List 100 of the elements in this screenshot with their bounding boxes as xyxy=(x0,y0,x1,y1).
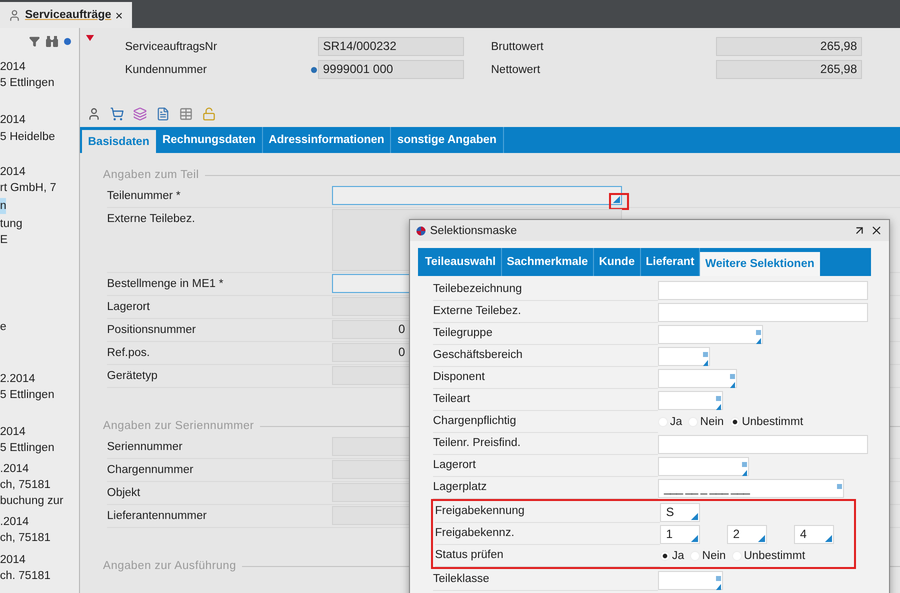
list-entry-text[interactable]: 5 Ettlingen xyxy=(0,387,54,403)
field-label: ServiceauftragsNr xyxy=(124,40,218,52)
tab[interactable]: Kunde xyxy=(594,248,641,276)
dropdown-corner-icon[interactable] xyxy=(758,534,765,542)
lookup-field[interactable] xyxy=(658,456,749,476)
close-button[interactable]: × xyxy=(115,8,123,22)
dropdown-corner-icon[interactable] xyxy=(613,196,620,203)
radio-button[interactable] xyxy=(660,551,670,561)
field-label: Freigabekennung xyxy=(435,501,660,523)
field-label: Teilenummer * xyxy=(107,189,182,204)
lookup-field[interactable] xyxy=(658,390,723,410)
value-field: 265,98 xyxy=(716,60,862,79)
field-label: Chargennummer xyxy=(107,463,194,478)
radio-label[interactable]: Nein xyxy=(700,416,724,428)
list-entry-text[interactable]: ch, 75181 xyxy=(0,530,51,546)
list-entry-text[interactable]: 5 Ettlingen xyxy=(0,75,54,91)
field-label: Lagerplatz xyxy=(433,477,658,499)
list-entry-text[interactable]: 2014 xyxy=(0,552,26,568)
field-label: Nettowert xyxy=(491,64,542,76)
person-icon[interactable] xyxy=(87,107,101,121)
lookup-icon[interactable] xyxy=(716,576,721,590)
filter-icon[interactable] xyxy=(29,36,40,46)
field-label: Gerätetyp xyxy=(107,369,158,384)
layers-icon[interactable] xyxy=(133,107,147,121)
value-field: 9999001 000 xyxy=(318,60,464,79)
document-tab[interactable]: Serviceaufträge × xyxy=(0,2,132,28)
field-label: Kundennummer xyxy=(124,64,208,76)
person-icon xyxy=(8,8,21,22)
list-entry-text[interactable]: ch, 75181 xyxy=(0,477,51,493)
field-label: Bruttowert xyxy=(491,40,544,52)
list-entry-text[interactable]: buchung zur xyxy=(0,493,64,509)
dropdown-corner-icon[interactable] xyxy=(691,534,698,542)
tab[interactable]: Rechnungsdaten xyxy=(156,127,263,153)
tab[interactable]: Weitere Selektionen xyxy=(700,252,820,276)
lookup-field[interactable] xyxy=(658,346,710,366)
info-icon[interactable] xyxy=(311,66,317,72)
lookup-icon[interactable] xyxy=(730,374,735,388)
list-entry-text[interactable]: n xyxy=(0,198,6,214)
app-icon xyxy=(416,226,426,236)
code-field[interactable]: 1 xyxy=(660,524,700,544)
lookup-icon[interactable] xyxy=(703,352,708,366)
list-entry-text[interactable]: 2014 xyxy=(0,424,26,440)
dialog-title: Selektionsmaske xyxy=(430,224,518,236)
mask-field[interactable]: ___ __ _ ___ ___ xyxy=(658,478,844,498)
field-label: Lagerort xyxy=(433,455,658,477)
list-entry-text[interactable]: ch. 75181 xyxy=(0,568,51,584)
tab[interactable]: sonstige Angaben xyxy=(391,127,504,153)
expand-icon[interactable] xyxy=(853,224,866,237)
list-entry-text[interactable]: 2014 xyxy=(0,112,26,128)
section-title: Angaben zur Seriennummer xyxy=(103,420,254,432)
table-icon[interactable] xyxy=(179,107,193,121)
radio-label[interactable]: Unbestimmt xyxy=(742,416,804,428)
cart-icon[interactable] xyxy=(110,107,124,121)
binoculars-icon[interactable] xyxy=(46,36,58,46)
input-field[interactable] xyxy=(658,302,868,322)
list-entry-text[interactable]: tung xyxy=(0,216,22,232)
list-entry-text[interactable]: 2.2014 xyxy=(0,371,36,387)
code-field[interactable]: S xyxy=(660,502,700,522)
lookup-field[interactable] xyxy=(658,368,737,388)
field-label: Geschäftsbereich xyxy=(433,345,658,367)
list-entry-text[interactable]: 2014 xyxy=(0,59,26,75)
radio-label[interactable]: Ja xyxy=(670,416,682,428)
radio-label[interactable]: Unbestimmt xyxy=(744,550,806,562)
list-entry-text[interactable]: rt GmbH, 7 xyxy=(0,180,56,196)
radio-label[interactable]: Ja xyxy=(672,550,684,562)
tab[interactable]: Adressinformationen xyxy=(262,127,392,153)
lookup-icon[interactable] xyxy=(742,462,747,476)
lookup-field[interactable] xyxy=(658,570,723,590)
lookup-icon[interactable] xyxy=(716,396,721,410)
code-field[interactable]: 4 xyxy=(794,524,834,544)
lookup-field[interactable] xyxy=(658,324,763,344)
list-entry-text[interactable]: e xyxy=(0,319,6,335)
list-entry-text[interactable]: 2014 xyxy=(0,164,26,180)
close-icon[interactable] xyxy=(870,224,883,237)
section-title: Angaben zum Teil xyxy=(103,169,200,181)
value-field: 265,98 xyxy=(716,37,862,56)
field-label: Externe Teilebez. xyxy=(433,301,658,323)
status-dot[interactable] xyxy=(64,38,71,44)
tab[interactable]: Teileauswahl xyxy=(420,248,502,276)
radio-label[interactable]: Nein xyxy=(702,550,726,562)
list-entry-text[interactable]: .2014 xyxy=(0,461,29,477)
input-field[interactable] xyxy=(658,434,868,454)
list-entry-text[interactable]: .2014 xyxy=(0,514,29,530)
code-field[interactable]: 2 xyxy=(727,524,767,544)
input-field[interactable] xyxy=(658,280,868,300)
document-icon[interactable] xyxy=(156,107,170,121)
list-entry-text[interactable]: E xyxy=(0,232,8,248)
field-label: Status prüfen xyxy=(435,545,660,567)
field-label: Teilegruppe xyxy=(433,323,658,345)
dropdown-corner-icon[interactable] xyxy=(691,512,698,520)
field-label: Lieferantennummer xyxy=(107,509,208,524)
list-entry-text[interactable]: 5 Heidelbe xyxy=(0,129,55,145)
radio-button[interactable] xyxy=(730,417,740,427)
dropdown-corner-icon[interactable] xyxy=(825,534,832,542)
lookup-icon[interactable] xyxy=(756,330,761,344)
list-entry-text[interactable]: 5 Ettlingen xyxy=(0,440,54,456)
collapse-triangle-icon[interactable] xyxy=(86,35,94,41)
field-label: Teileart xyxy=(433,389,658,411)
input-field[interactable] xyxy=(332,186,622,205)
tab[interactable]: Sachmerkmale xyxy=(502,248,594,276)
